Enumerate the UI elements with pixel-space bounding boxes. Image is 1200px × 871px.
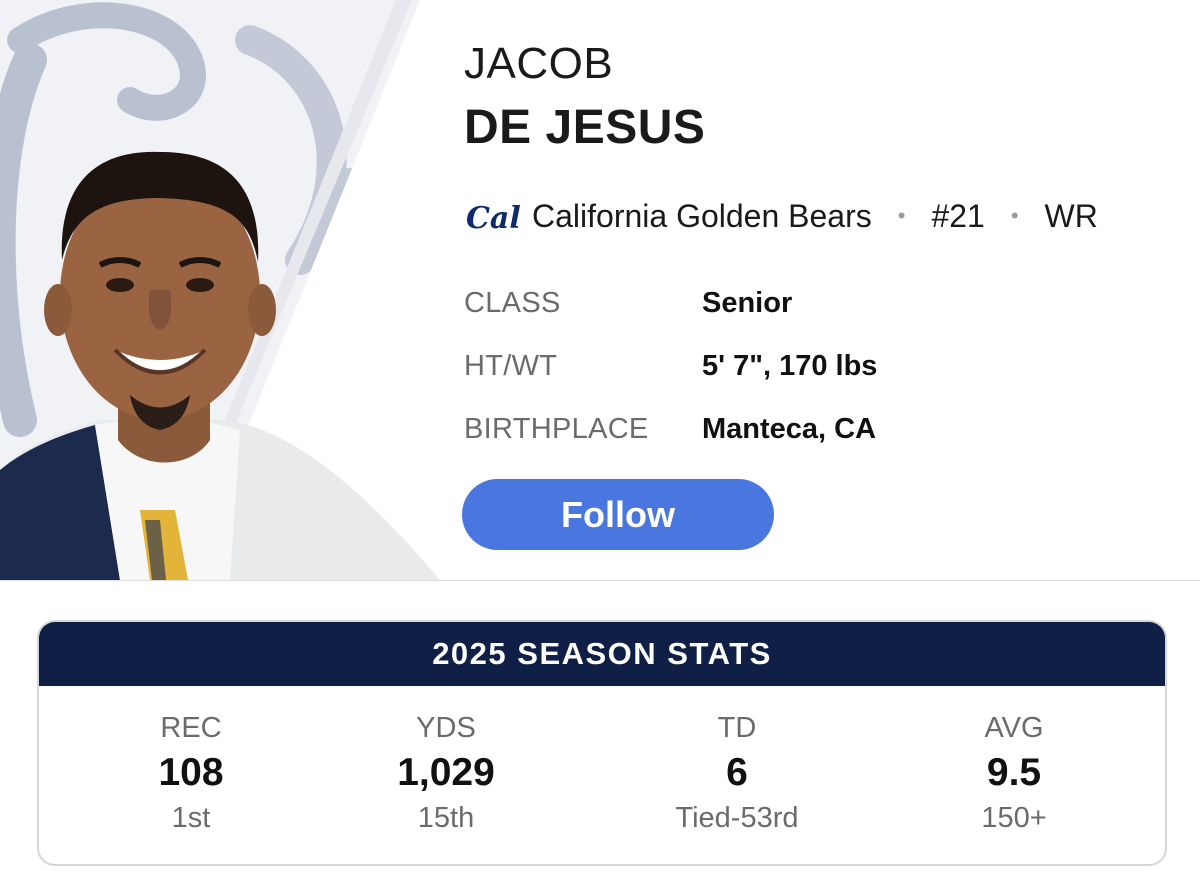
info-value: 5' 7", 170 lbs [702, 350, 878, 382]
team-name-link[interactable]: California Golden Bears [532, 198, 872, 235]
info-label: BIRTHPLACE [464, 413, 649, 445]
stat-column-rec: REC 108 1st [61, 708, 321, 838]
stat-rank: 1st [171, 802, 211, 834]
stat-column-td: TD 6 Tied-53rd [607, 708, 867, 838]
stat-column-avg: AVG 9.5 150+ [884, 708, 1144, 838]
stat-value: 6 [726, 751, 748, 794]
player-position: WR [1044, 197, 1098, 234]
stat-label: TD [717, 712, 757, 744]
season-stats-columns: REC 108 1st YDS 1,029 15th TD 6 Tied-53r… [39, 686, 1165, 864]
info-row-class: CLASS Senior [464, 272, 877, 335]
stat-column-yds: YDS 1,029 15th [316, 708, 576, 838]
stat-value: 9.5 [986, 751, 1042, 794]
team-row: Cal California Golden Bears • #21 • WR [464, 192, 1098, 240]
info-row-height-weight: HT/WT 5' 7", 170 lbs [464, 335, 877, 398]
stat-label: AVG [984, 712, 1044, 744]
player-first-name: JACOB [464, 39, 614, 88]
cal-logo-text: Cal [466, 201, 520, 236]
separator-dot: • [1010, 203, 1019, 228]
player-last-name: DE JESUS [464, 101, 706, 154]
stat-rank: 15th [417, 802, 475, 834]
player-photo [0, 0, 460, 580]
stat-value: 1,029 [397, 751, 495, 794]
stat-value: 108 [158, 751, 224, 794]
cal-logo-icon[interactable]: Cal [464, 194, 520, 238]
stat-rank: 150+ [981, 802, 1047, 834]
jersey-number: #21 [931, 197, 985, 234]
follow-button[interactable]: Follow [462, 479, 774, 550]
stat-label: YDS [416, 712, 476, 744]
header-divider [0, 580, 1200, 581]
season-stats-card: 2025 SEASON STATS REC 108 1st YDS 1,029 … [37, 620, 1167, 866]
info-label: HT/WT [464, 350, 558, 382]
info-row-birthplace: BIRTHPLACE Manteca, CA [464, 398, 877, 461]
separator-dot: • [897, 203, 906, 228]
season-stats-title: 2025 SEASON STATS [39, 622, 1165, 686]
info-value: Senior [702, 287, 793, 319]
stat-label: REC [160, 712, 222, 744]
player-page: JACOB DE JESUS Cal California Golden Bea… [0, 0, 1200, 871]
player-info-table: CLASS Senior HT/WT 5' 7", 170 lbs BIRTHP… [464, 272, 877, 461]
stat-rank: Tied-53rd [675, 802, 799, 834]
info-value: Manteca, CA [702, 413, 877, 445]
info-label: CLASS [464, 287, 561, 319]
